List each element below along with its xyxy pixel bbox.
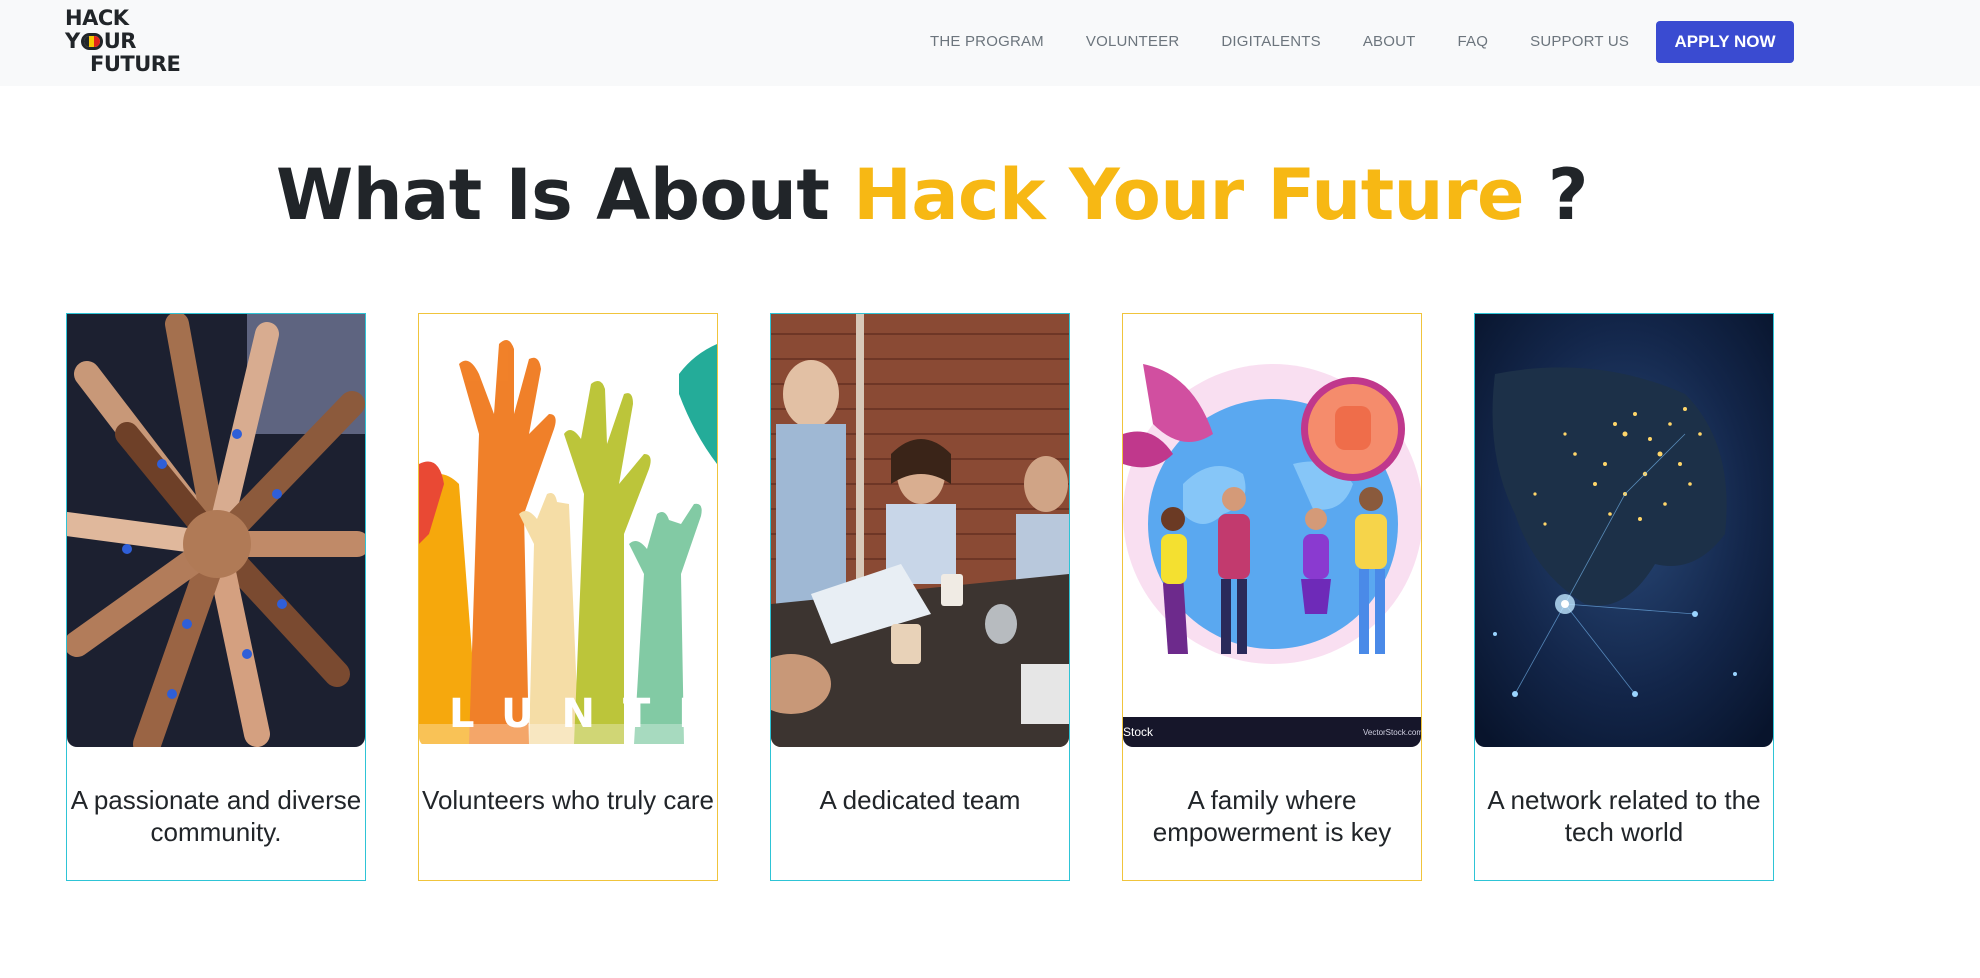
card-caption: Volunteers who truly care	[422, 785, 714, 815]
feature-card-community[interactable]: A passionate and diverse community.	[66, 313, 366, 881]
nav-about[interactable]: ABOUT	[1363, 33, 1416, 50]
nav-support-us[interactable]: SUPPORT US	[1530, 33, 1629, 50]
feature-card-network[interactable]: A network related to the tech world	[1474, 313, 1774, 881]
feature-card-volunteers[interactable]: LUNTE Volunteers who truly care	[418, 313, 718, 881]
earth-night-lights-photo	[1475, 314, 1773, 747]
feature-card-empowerment[interactable]: Stock VectorStock.com A family where emp…	[1122, 313, 1422, 881]
team-meeting-photo	[771, 314, 1069, 747]
empowerment-illustration: Stock VectorStock.com	[1123, 314, 1421, 747]
nav-volunteer[interactable]: VOLUNTEER	[1086, 33, 1180, 50]
raised-hands-illustration: LUNTE	[419, 314, 717, 747]
main-nav: THE PROGRAM VOLUNTEER DIGITALENTS ABOUT …	[930, 0, 1671, 82]
nav-digitalents[interactable]: DIGITALENTS	[1221, 33, 1320, 50]
card-caption: A passionate and diverse community.	[70, 785, 362, 847]
feature-card-team[interactable]: A dedicated team	[770, 313, 1070, 881]
nav-the-program[interactable]: THE PROGRAM	[930, 33, 1044, 50]
logo-line-3: FUTURE	[90, 52, 181, 76]
watermark-left: Stock	[1123, 725, 1154, 739]
title-suffix: ?	[1547, 154, 1589, 236]
nav-faq[interactable]: FAQ	[1458, 33, 1489, 50]
image-text: LUNTE	[449, 691, 717, 737]
apply-now-button[interactable]: APPLY NOW	[1656, 21, 1794, 63]
logo-line-1: HACK	[65, 6, 129, 30]
hands-together-photo	[67, 314, 365, 747]
card-caption: A family where empowerment is key	[1152, 785, 1392, 847]
page-title: What Is About Hack Your Future ?	[0, 150, 1864, 240]
title-accent: Hack Your Future	[853, 154, 1525, 236]
card-caption: A dedicated team	[819, 785, 1021, 815]
hyf-logo[interactable]: HACK Y UR FUTURE	[65, 7, 195, 77]
card-caption: A network related to the tech world	[1487, 785, 1761, 847]
site-header: HACK Y UR FUTURE THE PROGRAM VOLUNTEER D…	[0, 0, 1980, 86]
belgian-flag-icon	[80, 32, 103, 50]
title-prefix: What Is About	[275, 154, 830, 236]
logo-line-2: Y UR	[65, 30, 136, 52]
logo-letters-ur: UR	[103, 29, 137, 53]
watermark-right: VectorStock.com	[1363, 728, 1421, 737]
logo-letter-y: Y	[65, 29, 80, 53]
